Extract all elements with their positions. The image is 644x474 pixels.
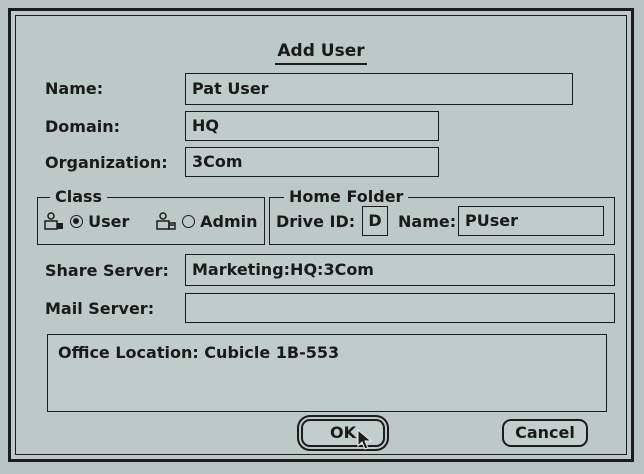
mail-server-label: Mail Server: — [45, 299, 155, 318]
share-server-field[interactable]: Marketing:HQ:3Com — [185, 254, 615, 286]
admin-radio-button[interactable] — [181, 215, 195, 228]
domain-field[interactable]: HQ — [185, 111, 439, 141]
organization-field[interactable]: 3Com — [185, 147, 439, 177]
home-folder-legend: Home Folder — [284, 187, 409, 206]
dialog-title: Add User — [11, 41, 631, 65]
folder-name-field[interactable]: PUser — [458, 206, 604, 236]
admin-icon — [156, 212, 182, 231]
share-server-label: Share Server: — [45, 261, 169, 280]
drive-id-field[interactable]: D — [362, 206, 388, 236]
home-folder-group: Home Folder Drive ID: D Name: PUser — [269, 187, 615, 245]
admin-radio-label: Admin — [200, 212, 258, 231]
class-group-legend: Class — [50, 187, 108, 206]
name-label: Name: — [45, 79, 104, 98]
cancel-button[interactable]: Cancel — [502, 419, 588, 447]
name-field[interactable]: Pat User — [185, 73, 573, 105]
office-location-textarea[interactable]: Office Location: Cubicle 1B-553 — [47, 334, 607, 412]
mouse-cursor-icon — [357, 428, 373, 455]
drive-id-label: Drive ID: — [276, 212, 356, 231]
dialog-title-text: Add User — [275, 41, 367, 65]
user-icon — [44, 212, 70, 231]
user-radio-button[interactable] — [69, 215, 83, 228]
admin-radio-option[interactable]: Admin — [156, 212, 258, 231]
mail-server-field[interactable] — [185, 293, 615, 323]
organization-label: Organization: — [45, 153, 168, 172]
office-location-text: Office Location: Cubicle 1B-553 — [58, 343, 340, 362]
user-radio-label: User — [88, 212, 130, 231]
folder-name-label: Name: — [398, 212, 457, 231]
domain-label: Domain: — [45, 117, 121, 136]
user-radio-option[interactable]: User — [44, 212, 129, 231]
class-group: Class User Admin — [37, 187, 265, 245]
add-user-dialog: Add User Name: Pat User Domain: HQ Organ… — [8, 8, 634, 462]
